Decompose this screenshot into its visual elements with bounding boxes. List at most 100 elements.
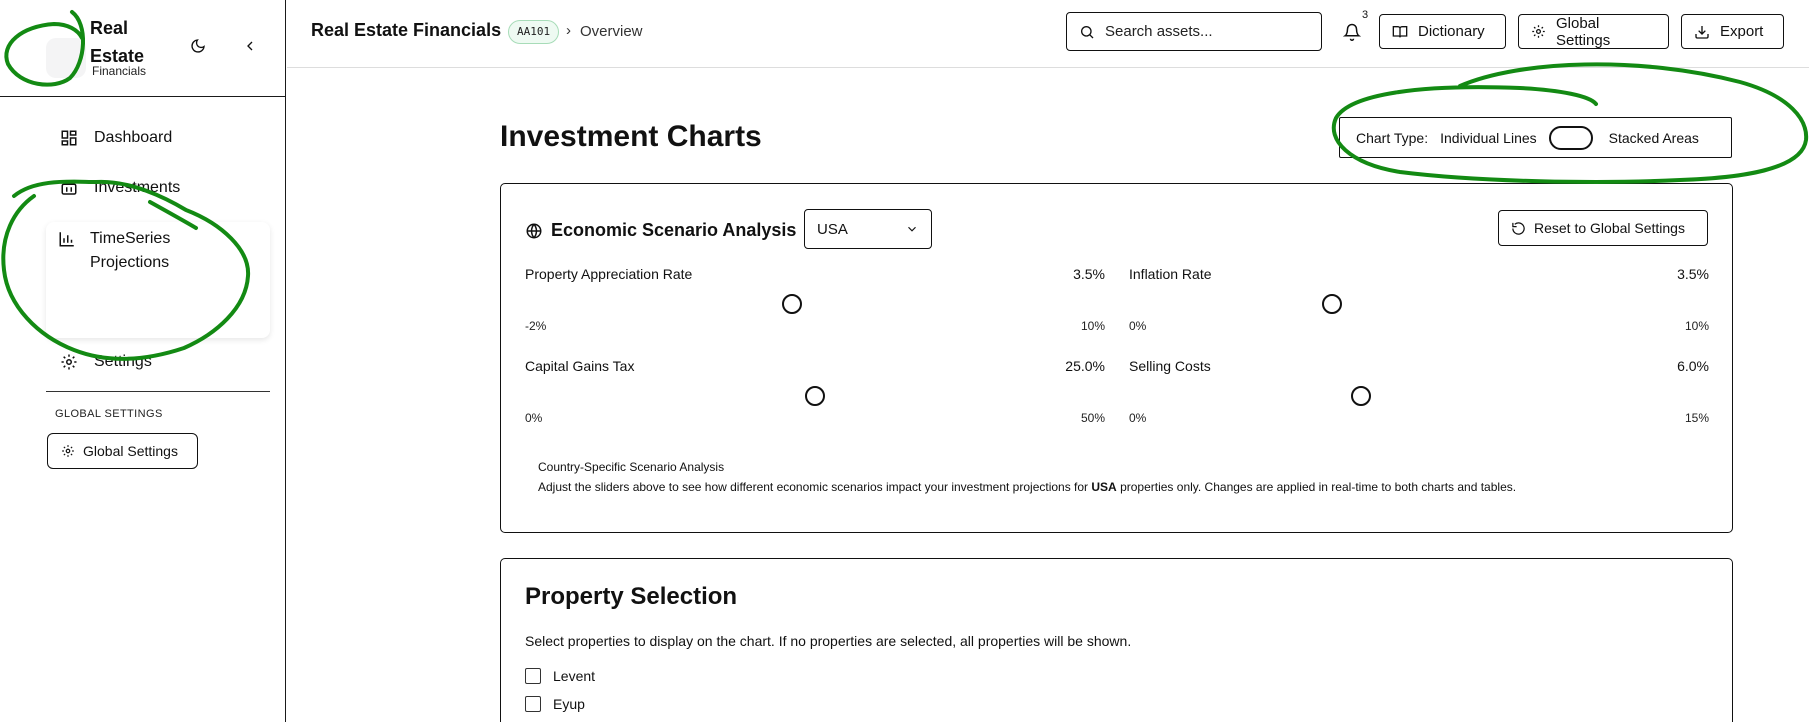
book-icon: [1392, 24, 1408, 40]
bell-icon: [1342, 23, 1362, 41]
option-individual-lines[interactable]: Individual Lines: [1440, 130, 1537, 146]
sidebar-item-label: TimeSeries Projections: [90, 230, 171, 271]
slider-property-appreciation: Property Appreciation Rate 3.5% -2% 10%: [525, 266, 1105, 346]
slider-thumb[interactable]: [781, 294, 802, 314]
slider-inflation-rate: Inflation Rate 3.5% 0% 10%: [1129, 266, 1709, 346]
property-selection-description: Select properties to display on the char…: [525, 633, 1132, 649]
search-box[interactable]: [1066, 12, 1322, 51]
sidebar-item-label: Investments: [94, 179, 181, 196]
asset-code-badge: AA101: [508, 20, 560, 44]
property-name: Eyup: [553, 696, 585, 712]
slider-track[interactable]: [1129, 292, 1709, 316]
search-input[interactable]: [1105, 23, 1305, 40]
property-selection-title: Property Selection: [525, 583, 738, 610]
property-checkbox-row[interactable]: Levent: [525, 668, 595, 684]
slider-thumb[interactable]: [1322, 294, 1342, 314]
export-button[interactable]: Export: [1681, 14, 1784, 49]
property-checkbox-row[interactable]: Eyup: [525, 696, 585, 712]
sidebar-item-investments[interactable]: Investments: [58, 176, 180, 200]
button-label: Reset to Global Settings: [1534, 220, 1685, 236]
globe-icon: [525, 222, 543, 240]
moon-icon: [191, 39, 205, 53]
brand-subtitle: Financials: [92, 64, 147, 78]
property-name: Levent: [553, 668, 596, 684]
sidebar-divider: [0, 96, 286, 97]
slider-min: 0%: [1129, 319, 1147, 333]
button-label: Dictionary: [1418, 23, 1485, 40]
slider-min: 0%: [1129, 411, 1147, 425]
checkbox[interactable]: [525, 668, 541, 684]
option-stacked-areas[interactable]: Stacked Areas: [1609, 130, 1699, 146]
dashboard-icon: [58, 127, 80, 149]
sidebar-item-settings[interactable]: Settings: [58, 350, 152, 374]
note-text-part: properties only. Changes are applied in …: [1116, 480, 1517, 494]
economic-scenario-card: Economic Scenario Analysis USA Reset to …: [500, 183, 1733, 533]
slider-label: Capital Gains Tax: [525, 358, 635, 374]
breadcrumb-separator: ›: [566, 22, 571, 39]
slider-label: Property Appreciation Rate: [525, 266, 693, 282]
slider-value: 3.5%: [1677, 266, 1709, 282]
notification-count: 3: [1362, 9, 1369, 21]
notifications-button[interactable]: [1340, 20, 1364, 44]
slider-value: 6.0%: [1677, 358, 1709, 374]
slider-max: 10%: [1684, 319, 1709, 333]
sidebar-item-timeseries[interactable]: TimeSeries Projections: [58, 227, 218, 275]
scenario-header: Economic Scenario Analysis: [525, 220, 796, 241]
slider-selling-costs: Selling Costs 6.0% 0% 15%: [1129, 358, 1709, 438]
chevron-down-icon: [908, 226, 916, 232]
sidebar-global-settings-button[interactable]: Global Settings: [47, 433, 198, 469]
slider-value: 3.5%: [1073, 266, 1105, 282]
slider-min: -2%: [525, 319, 547, 333]
chart-type-toggle-group: Chart Type: Individual Lines Stacked Are…: [1339, 117, 1732, 158]
scenario-note-title: Country-Specific Scenario Analysis: [538, 460, 725, 474]
briefcase-icon: [58, 177, 80, 199]
sidebar-item-dashboard[interactable]: Dashboard: [58, 126, 172, 150]
slider-track[interactable]: [1129, 384, 1709, 408]
reset-icon: [1511, 221, 1526, 236]
gear-icon: [58, 351, 80, 373]
theme-toggle-button[interactable]: [186, 34, 210, 58]
slider-min: 0%: [525, 411, 543, 425]
property-selection-card: Property Selection Select properties to …: [500, 558, 1733, 722]
button-label: Global Settings: [83, 443, 178, 459]
button-label: Global Settings: [1556, 14, 1611, 49]
collapse-sidebar-button[interactable]: [238, 34, 262, 58]
note-country: USA: [1091, 480, 1117, 494]
slider-max: 15%: [1684, 411, 1709, 425]
scenario-title: Economic Scenario Analysis: [551, 220, 797, 240]
slider-max: 50%: [1080, 411, 1105, 425]
download-icon: [1694, 24, 1710, 40]
slider-value: 25.0%: [1065, 358, 1105, 374]
gear-icon: [61, 444, 75, 458]
chart-type-label: Chart Type:: [1356, 129, 1429, 146]
chevron-left-icon: [247, 41, 253, 51]
breadcrumb[interactable]: Overview: [580, 23, 643, 40]
scenario-note-text: Adjust the sliders above to see how diff…: [538, 480, 1516, 494]
button-label: Export: [1720, 23, 1764, 40]
slider-label: Inflation Rate: [1129, 266, 1212, 282]
sidebar-item-label: Settings: [94, 353, 152, 370]
gear-icon: [1531, 24, 1546, 39]
sidebar-section-divider: [46, 391, 270, 392]
page-title: Real Estate Financials: [311, 20, 502, 40]
slider-max: 10%: [1080, 319, 1105, 333]
checkbox[interactable]: [525, 696, 541, 712]
section-title: Investment Charts: [500, 120, 762, 153]
search-icon: [1079, 24, 1095, 40]
slider-thumb[interactable]: [1351, 386, 1371, 406]
brand-logo: [46, 38, 86, 78]
note-text-part: Adjust the sliders above to see how diff…: [538, 480, 1092, 494]
country-select-value: USA: [817, 220, 848, 238]
country-select[interactable]: USA: [804, 209, 932, 249]
brand-title: Real Estate: [90, 18, 145, 66]
slider-label: Selling Costs: [1129, 358, 1211, 374]
chart-type-switch[interactable]: [1548, 125, 1593, 150]
slider-thumb[interactable]: [805, 386, 825, 406]
slider-track[interactable]: [525, 292, 1105, 316]
slider-track[interactable]: [525, 384, 1105, 408]
reset-to-global-button[interactable]: Reset to Global Settings: [1498, 210, 1708, 246]
global-settings-button[interactable]: Global Settings: [1518, 14, 1669, 49]
app-root: Real Estate Financials Dashboard Investm…: [0, 0, 1809, 722]
switch-knob: [1552, 129, 1569, 146]
dictionary-button[interactable]: Dictionary: [1379, 14, 1506, 49]
